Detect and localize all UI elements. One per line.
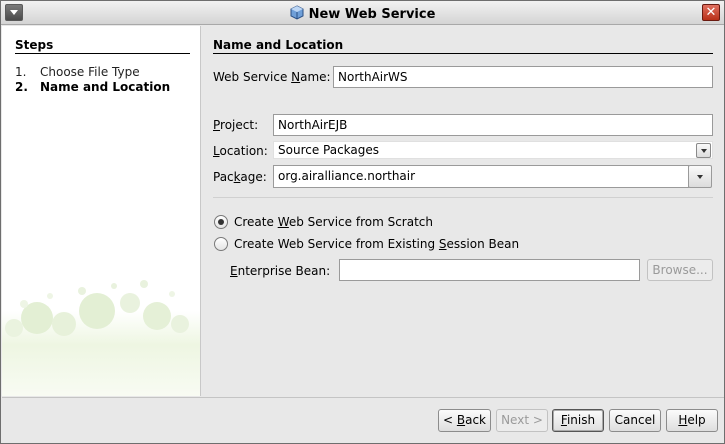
next-button[interactable]: Next > bbox=[496, 409, 548, 432]
step-name-and-location: 2. Name and Location bbox=[15, 80, 170, 94]
package-dropdown-chevron-icon[interactable] bbox=[688, 165, 712, 188]
package-input[interactable]: org.airalliance.northair bbox=[273, 165, 689, 188]
location-select[interactable]: Source Packages bbox=[273, 141, 713, 159]
web-service-icon bbox=[290, 5, 304, 20]
window-title: New Web Service bbox=[1, 5, 724, 22]
enterprise-bean-label: Enterprise Bean: bbox=[230, 264, 331, 278]
divider bbox=[213, 197, 713, 198]
enterprise-bean-input[interactable] bbox=[339, 259, 640, 281]
steps-divider bbox=[15, 53, 190, 54]
radio-existing-session-bean-label[interactable]: Create Web Service from Existing Session… bbox=[234, 237, 519, 251]
footer-divider bbox=[2, 397, 724, 398]
main-panel: Name and Location Web Service Name: Nort… bbox=[202, 26, 724, 396]
window-title-text: New Web Service bbox=[308, 7, 436, 22]
web-service-name-label: Web Service Name: bbox=[213, 70, 331, 84]
location-label: Location: bbox=[213, 144, 268, 158]
step-number: 1. bbox=[15, 65, 27, 79]
title-bar: New Web Service ✕ bbox=[1, 1, 724, 25]
step-label: Choose File Type bbox=[40, 65, 140, 79]
browse-button[interactable]: Browse... bbox=[647, 259, 713, 281]
package-label: Package: bbox=[213, 170, 267, 184]
step-number: 2. bbox=[15, 80, 28, 94]
close-icon[interactable]: ✕ bbox=[702, 4, 720, 21]
back-button[interactable]: < Back bbox=[438, 409, 491, 432]
dialog-window: New Web Service ✕ Steps 1. Choose File Ty… bbox=[0, 0, 725, 444]
step-label: Name and Location bbox=[40, 80, 171, 94]
project-field: NorthAirEJB bbox=[273, 114, 713, 136]
web-service-name-input[interactable]: NorthAirWS bbox=[333, 66, 713, 88]
steps-title: Steps bbox=[15, 38, 54, 52]
radio-scratch[interactable] bbox=[214, 215, 228, 229]
steps-panel: Steps 1. Choose File Type 2. Name and Loca… bbox=[2, 26, 201, 396]
finish-button[interactable]: Finish bbox=[552, 409, 604, 432]
location-selected-value: Source Packages bbox=[278, 143, 380, 157]
cancel-button[interactable]: Cancel bbox=[609, 409, 661, 432]
decorative-bubbles-image bbox=[2, 280, 200, 396]
section-divider bbox=[213, 53, 713, 54]
step-choose-file-type: 1. Choose File Type bbox=[15, 65, 140, 79]
radio-existing-session-bean[interactable] bbox=[214, 237, 228, 251]
radio-scratch-label[interactable]: Create Web Service from Scratch bbox=[234, 215, 433, 229]
section-title: Name and Location bbox=[213, 38, 344, 52]
chevron-down-icon[interactable] bbox=[696, 143, 711, 158]
project-label: Project: bbox=[213, 118, 259, 132]
help-button[interactable]: Help bbox=[666, 409, 718, 432]
